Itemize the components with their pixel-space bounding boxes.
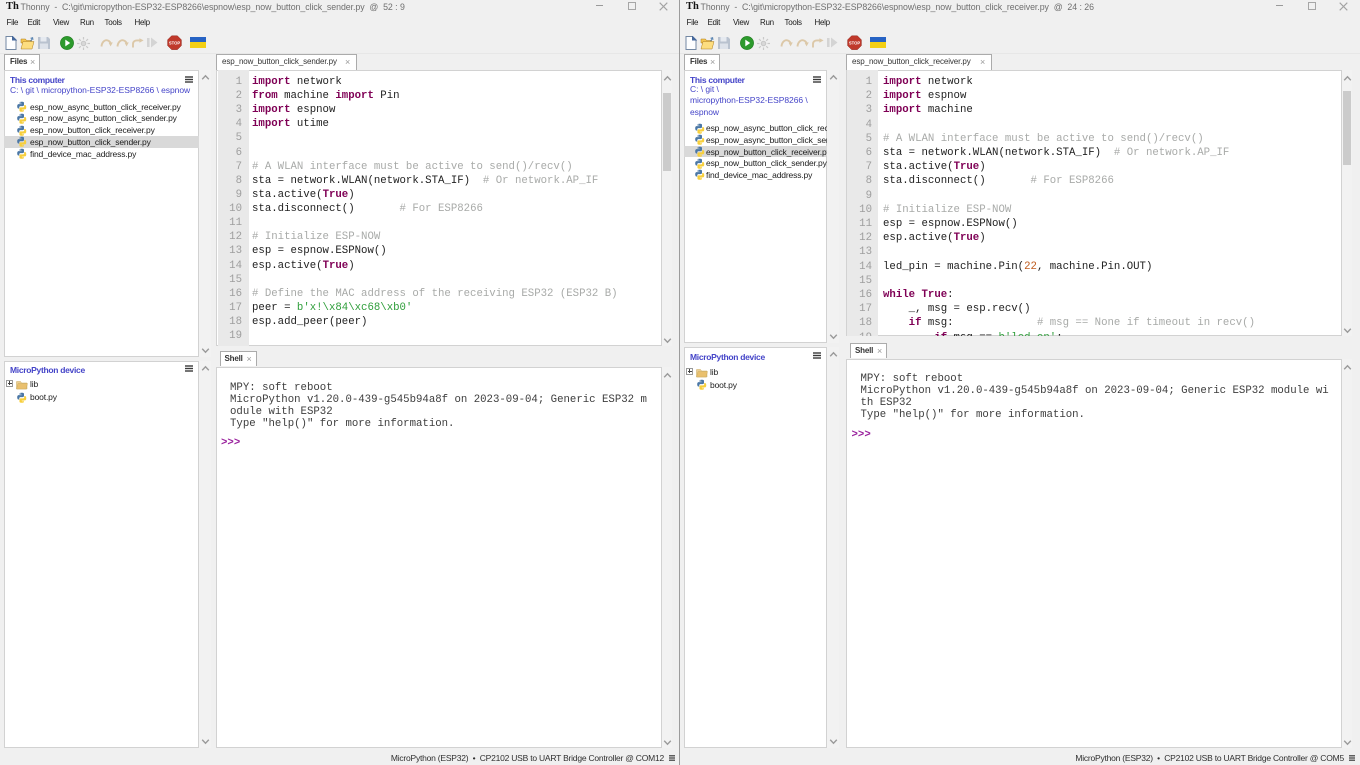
svg-text:STOP: STOP: [848, 40, 860, 45]
svg-text:STOP: STOP: [168, 40, 180, 45]
